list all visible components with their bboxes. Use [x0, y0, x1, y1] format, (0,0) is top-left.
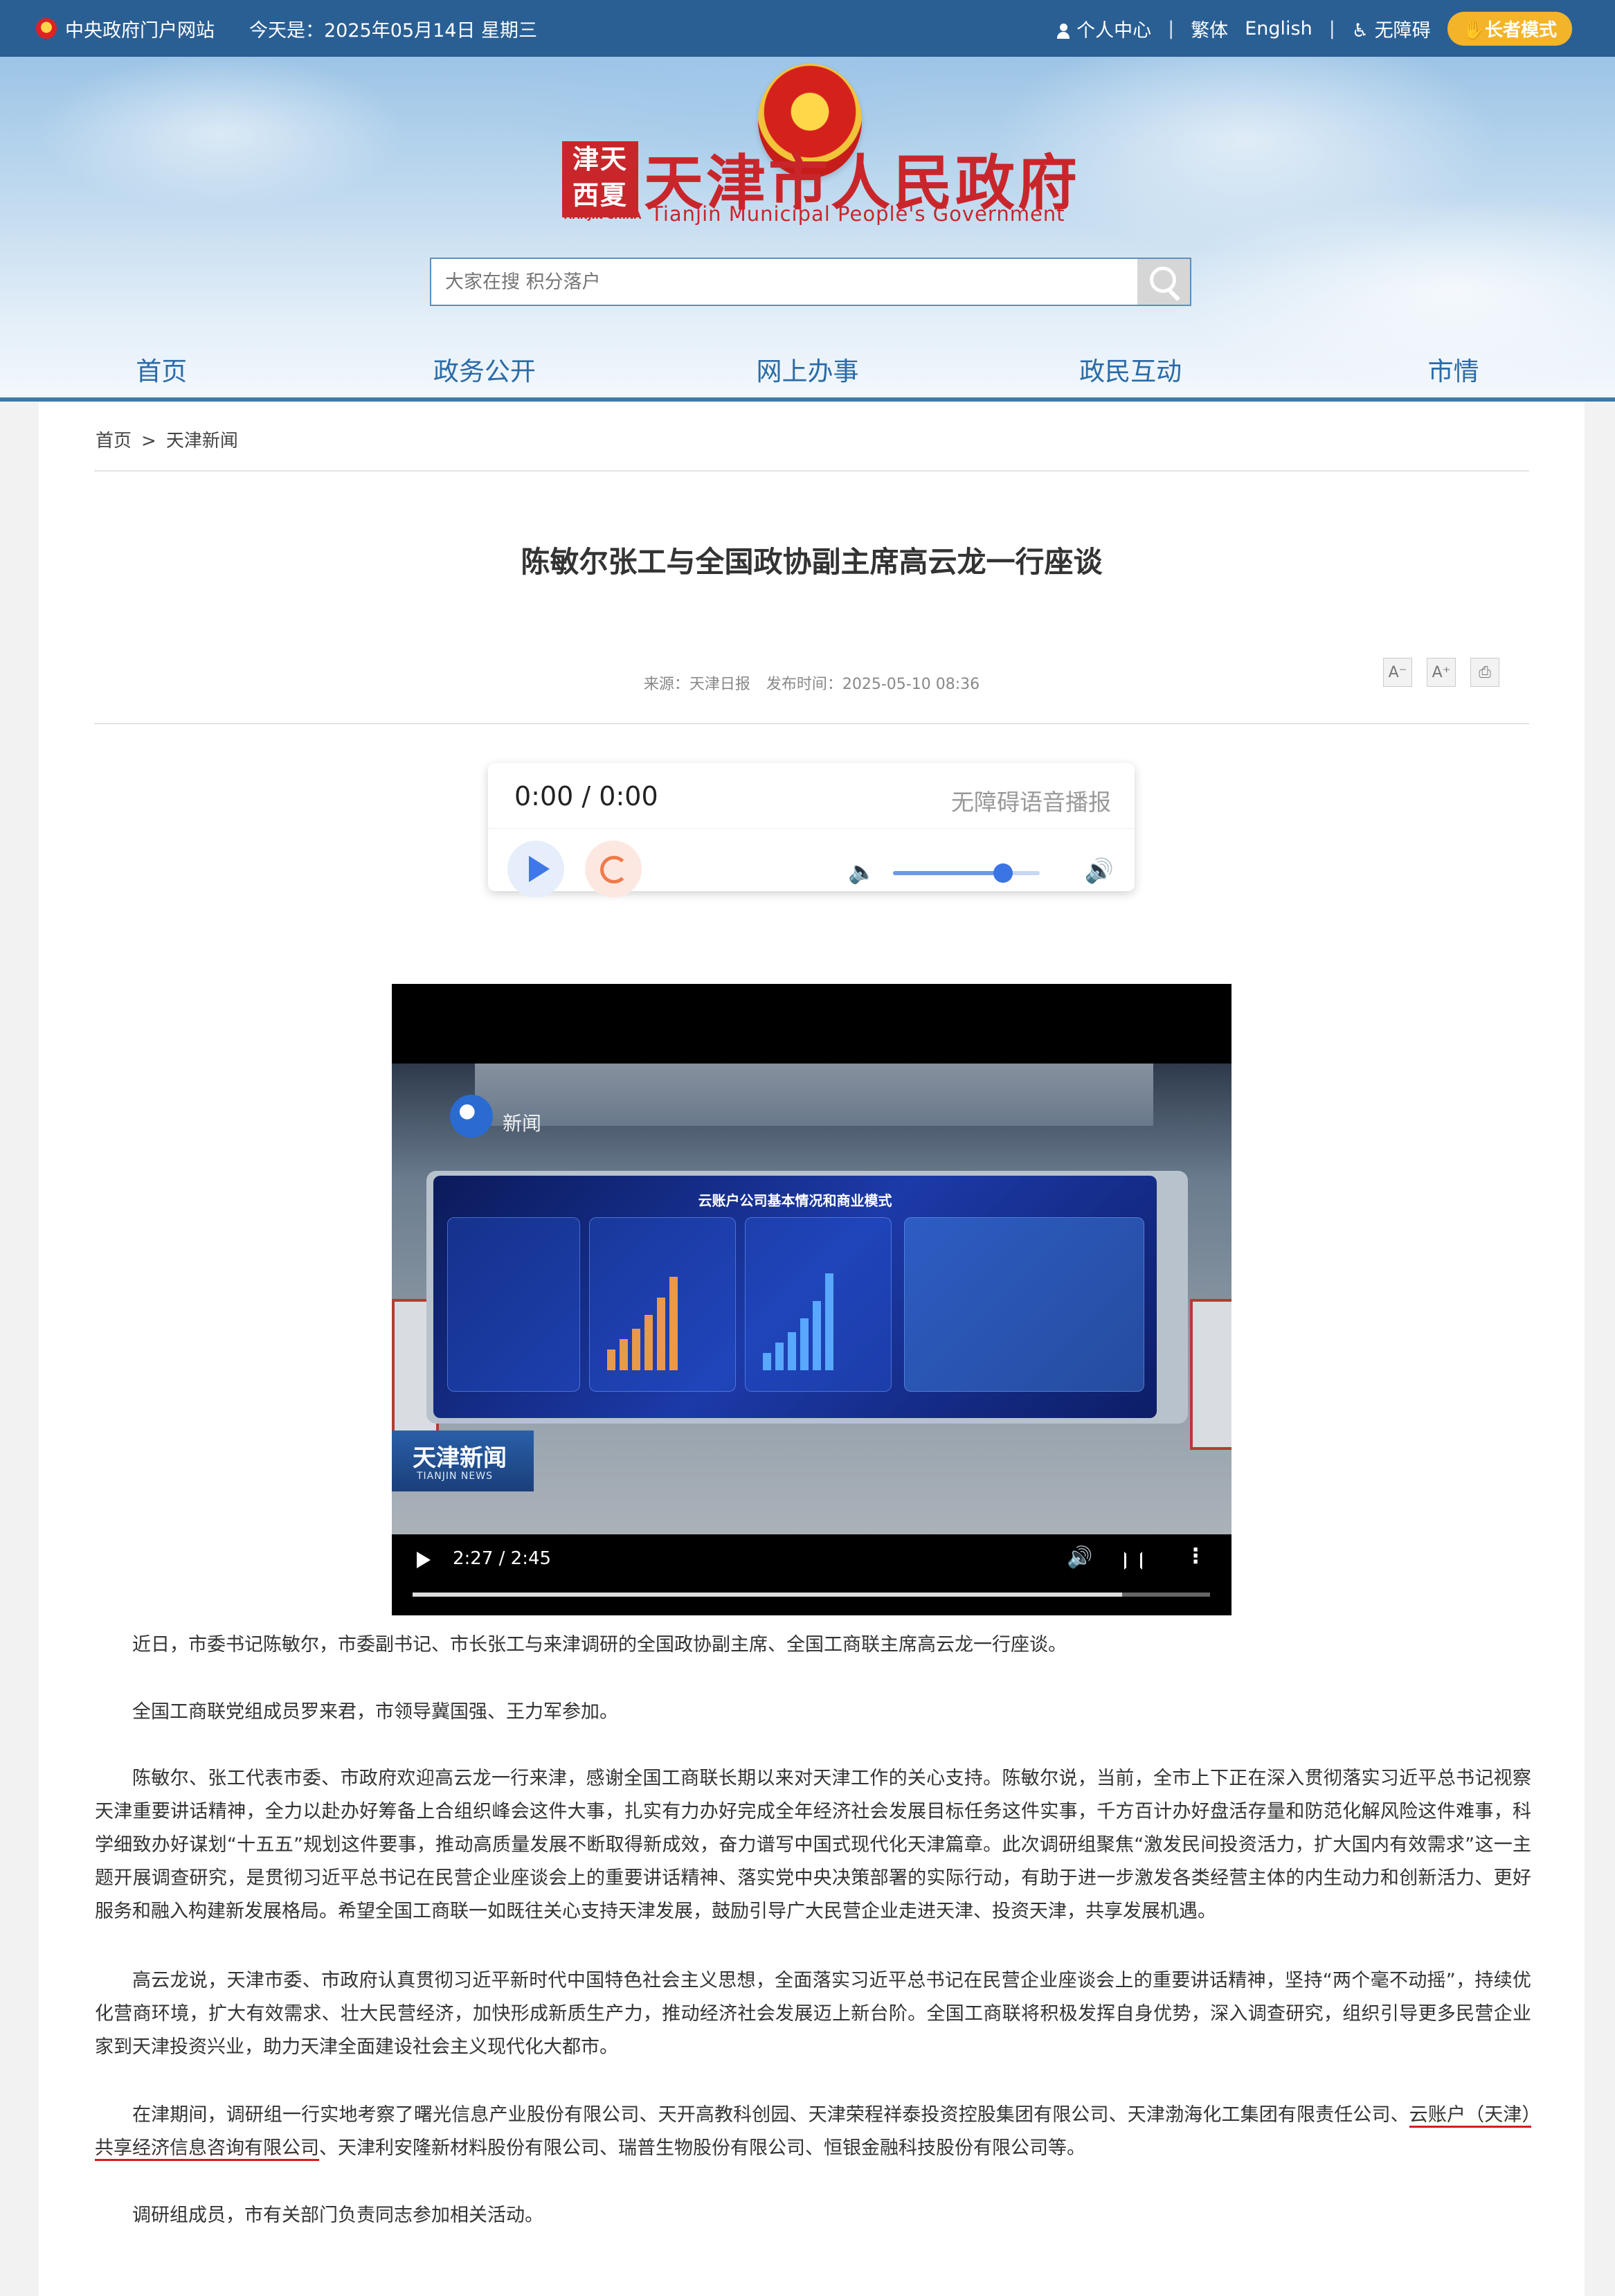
- volume-high-icon[interactable]: 🔊: [1085, 857, 1114, 885]
- tianjin-seal-logo: 津天 西夏: [562, 141, 638, 217]
- national-emblem-icon: [36, 18, 57, 39]
- search-box: [430, 258, 1191, 306]
- accessibility-link[interactable]: ♿ 无障碍: [1352, 15, 1431, 42]
- volume-low-icon[interactable]: 🔈: [848, 859, 876, 885]
- user-center-label: 个人中心: [1076, 19, 1152, 42]
- wheelchair-icon: ♿: [1351, 19, 1369, 42]
- breadcrumb-current[interactable]: 天津新闻: [166, 431, 238, 451]
- fullscreen-icon[interactable]: [1124, 1552, 1142, 1570]
- more-options-icon[interactable]: ⋮: [1185, 1544, 1206, 1568]
- print-button[interactable]: ⎙: [1470, 658, 1499, 687]
- audio-play-button[interactable]: [507, 841, 564, 897]
- main-nav: 首页 政务公开 网上办事 政民互动 市情: [0, 346, 1615, 397]
- display-screen: 云账户公司基本情况和商业模式: [433, 1176, 1157, 1418]
- divider: [94, 723, 1529, 724]
- nav-item-online-services[interactable]: 网上办事: [703, 346, 911, 397]
- video-volume-icon[interactable]: 🔊: [1067, 1545, 1092, 1570]
- video-progress-bar[interactable]: [413, 1593, 1210, 1597]
- breadcrumb-separator: >: [141, 431, 156, 451]
- screen-title: 云账户公司基本情况和商业模式: [698, 1192, 892, 1209]
- article-title: 陈敏尔张工与全国政协副主席高云龙一行座谈: [521, 545, 1103, 579]
- traditional-chinese-link[interactable]: 繁体: [1191, 15, 1228, 42]
- separator: |: [1168, 17, 1175, 39]
- site-header: 津天 西夏 TIANJIN·CHINA 天津市人民政府 Tianjin Munic…: [0, 57, 1615, 400]
- audio-player: 0:00 / 0:00 无障碍语音播报 🔈 🔊: [488, 763, 1135, 897]
- video-controls: 2:27 / 2:45 🔊 ⋮: [392, 1534, 1231, 1615]
- nav-item-city-info[interactable]: 市情: [1350, 346, 1558, 397]
- user-center-link[interactable]: 个人中心: [1057, 15, 1151, 42]
- paragraph-1: 近日，市委书记陈敏尔，市委副书记、市长张工与来津调研的全国政协副主席、全国工商联…: [132, 1634, 1067, 1656]
- news-video[interactable]: 云账户公司基本情况和商业模式 新闻 天津新闻 TIANJIN NEWS 2:27…: [392, 984, 1231, 1615]
- paragraph-3: 陈敏尔、张工代表市委、市政府欢迎高云龙一行来津，感谢全国工商联长期以来对天津工作…: [95, 1768, 1531, 1922]
- volume-slider[interactable]: [893, 863, 1040, 883]
- search-icon: [1150, 267, 1176, 293]
- hand-icon: ✋: [1462, 19, 1485, 41]
- search-button[interactable]: [1137, 259, 1190, 305]
- article-source: 来源：天津日报: [643, 676, 750, 693]
- audio-time: 0:00 / 0:00: [514, 781, 658, 811]
- today-date: 今天是：2025年05月14日 星期三: [249, 19, 538, 42]
- paragraph-6: 调研组成员，市有关部门负责同志参加相关活动。: [132, 2205, 543, 2226]
- paragraph-2: 全国工商联党组成员罗来君，市领导冀国强、王力军参加。: [132, 1701, 618, 1723]
- article-publish-time: 发布时间：2025-05-10 08:36: [766, 676, 980, 693]
- site-name-en: Tianjin Municipal People's Government: [651, 202, 1065, 226]
- printer-icon: ⎙: [1479, 664, 1491, 681]
- audio-replay-button[interactable]: [585, 841, 642, 897]
- breadcrumb: 首页 > 天津新闻: [96, 427, 238, 452]
- paragraph-5: 在津期间，调研组一行实地考察了曙光信息产业股份有限公司、天开高教科创园、天津荣程…: [95, 2099, 1532, 2165]
- font-increase-button[interactable]: A⁺: [1427, 658, 1456, 687]
- paragraph-4: 高云龙说，天津市委、市政府认真贯彻习近平新时代中国特色社会主义思想，全面落实习近…: [95, 1970, 1531, 2058]
- elder-mode-label: 长者模式: [1484, 19, 1557, 41]
- article-meta: 来源：天津日报 发布时间：2025-05-10 08:36: [39, 672, 1585, 694]
- font-decrease-button[interactable]: A⁻: [1383, 658, 1412, 687]
- breadcrumb-home[interactable]: 首页: [96, 431, 132, 451]
- nav-item-home[interactable]: 首页: [57, 346, 265, 397]
- gov-portal-link[interactable]: 中央政府门户网站: [65, 15, 215, 42]
- channel-logo: [450, 1095, 493, 1138]
- accessibility-label: 无障碍: [1374, 19, 1431, 42]
- channel-name: 新闻: [503, 1112, 542, 1135]
- article-container: 首页 > 天津新闻 陈敏尔张工与全国政协副主席高云龙一行座谈 来源：天津日报 发布时…: [39, 402, 1585, 2296]
- top-bar: 中央政府门户网站 今天是：2025年05月14日 星期三 个人中心 | 繁体 E…: [0, 0, 1615, 57]
- video-frame: 云账户公司基本情况和商业模式 新闻 天津新闻 TIANJIN NEWS: [392, 1064, 1231, 1534]
- video-time: 2:27 / 2:45: [453, 1548, 552, 1569]
- search-input[interactable]: [431, 259, 1124, 305]
- user-icon: [1057, 24, 1070, 39]
- audio-label: 无障碍语音播报: [951, 789, 1111, 816]
- english-link[interactable]: English: [1245, 18, 1312, 39]
- nav-item-interaction[interactable]: 政民互动: [1027, 346, 1234, 397]
- tianjin-news-logo: 天津新闻 TIANJIN NEWS: [392, 1430, 534, 1491]
- volume-slider-handle[interactable]: [993, 863, 1013, 883]
- video-play-button[interactable]: [417, 1552, 431, 1568]
- seal-subtitle: TIANJIN·CHINA: [562, 210, 642, 222]
- nav-item-gov-affairs[interactable]: 政务公开: [381, 346, 588, 397]
- separator: |: [1328, 17, 1335, 39]
- divider: [94, 470, 1529, 472]
- elder-mode-button[interactable]: ✋长者模式: [1447, 11, 1572, 46]
